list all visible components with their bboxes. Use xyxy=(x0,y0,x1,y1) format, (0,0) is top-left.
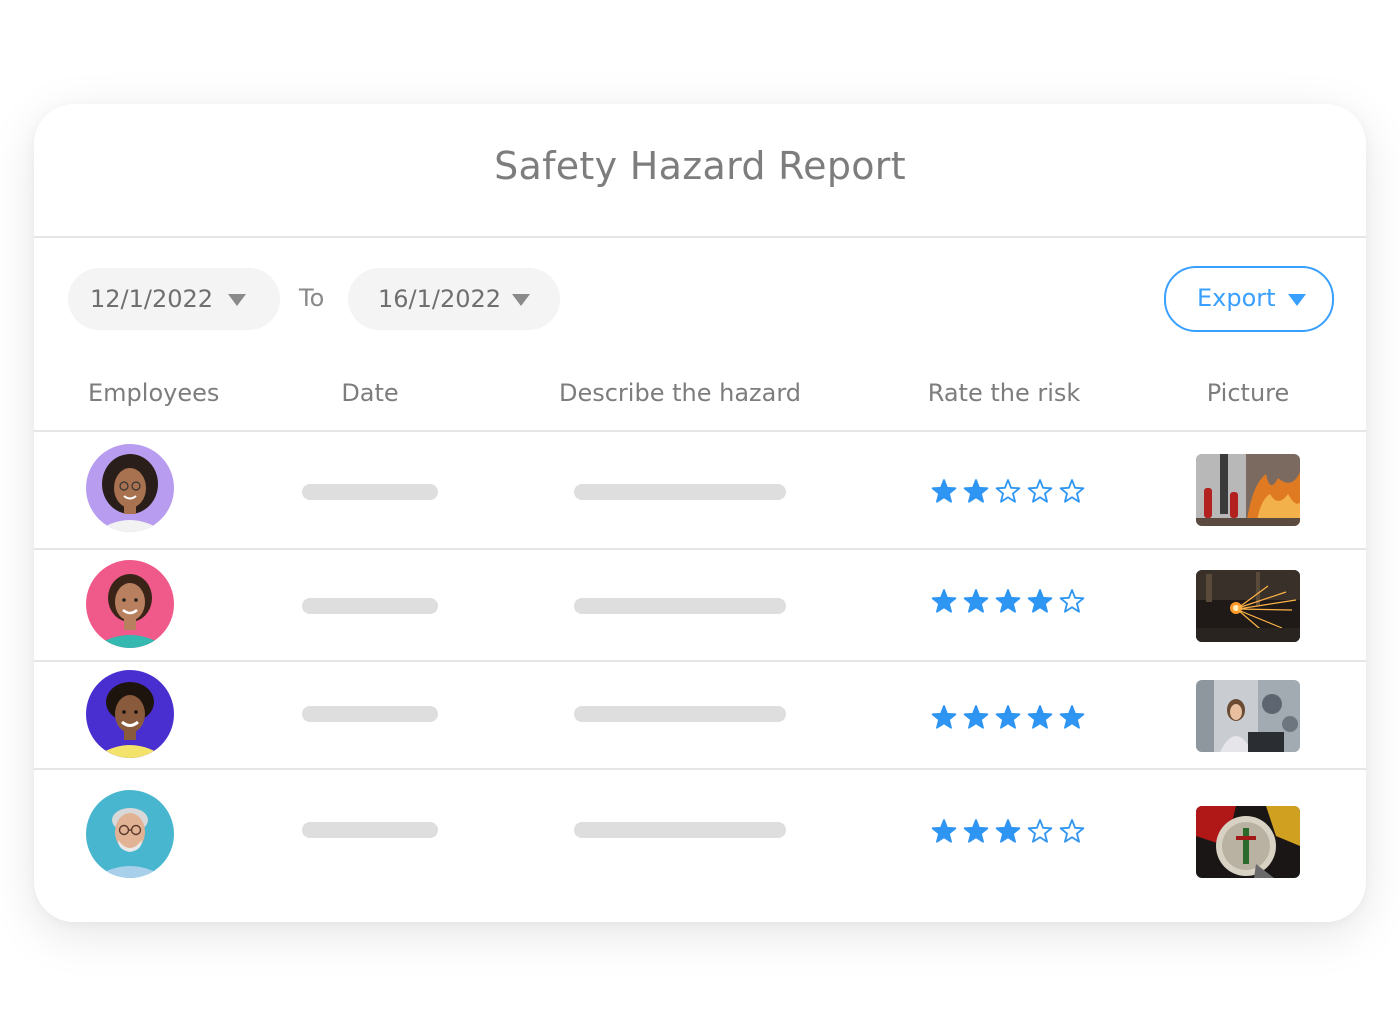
hazard-picture[interactable] xyxy=(1196,454,1300,526)
hazard-placeholder xyxy=(574,822,786,838)
star-filled-icon[interactable] xyxy=(931,479,957,503)
column-header-employees: Employees xyxy=(88,379,220,407)
chevron-down-icon xyxy=(228,294,246,306)
star-empty-icon[interactable] xyxy=(1027,819,1053,843)
star-filled-icon[interactable] xyxy=(1059,705,1085,729)
star-filled-icon[interactable] xyxy=(963,819,989,843)
star-filled-icon[interactable] xyxy=(931,589,957,613)
avatar xyxy=(86,670,174,758)
from-date-dropdown[interactable]: 12/1/2022 xyxy=(68,268,280,330)
risk-rating[interactable] xyxy=(930,702,1090,732)
date-placeholder xyxy=(302,822,438,838)
page-title: Safety Hazard Report xyxy=(494,144,906,188)
star-filled-icon[interactable] xyxy=(1027,589,1053,613)
column-header-date: Date xyxy=(341,379,399,407)
star-filled-icon[interactable] xyxy=(963,589,989,613)
star-filled-icon[interactable] xyxy=(963,705,989,729)
star-filled-icon[interactable] xyxy=(963,479,989,503)
export-button[interactable]: Export xyxy=(1164,266,1334,332)
star-filled-icon[interactable] xyxy=(1027,705,1053,729)
export-label: Export xyxy=(1197,284,1276,312)
star-empty-icon[interactable] xyxy=(1059,479,1085,503)
chevron-down-icon xyxy=(512,294,530,306)
row-divider xyxy=(34,768,1366,770)
date-placeholder xyxy=(302,706,438,722)
column-header-risk: Rate the risk xyxy=(927,379,1081,407)
avatar xyxy=(86,790,174,878)
row-divider xyxy=(34,660,1366,662)
from-date-value: 12/1/2022 xyxy=(90,285,214,313)
avatar xyxy=(86,560,174,648)
star-empty-icon[interactable] xyxy=(1059,819,1085,843)
star-filled-icon[interactable] xyxy=(995,819,1021,843)
column-header-picture: Picture xyxy=(1206,379,1290,407)
hazard-picture[interactable] xyxy=(1196,806,1300,878)
star-empty-icon[interactable] xyxy=(1059,589,1085,613)
avatar xyxy=(86,444,174,532)
title-divider xyxy=(34,236,1366,238)
header-divider xyxy=(34,430,1366,432)
star-empty-icon[interactable] xyxy=(995,479,1021,503)
to-date-value: 16/1/2022 xyxy=(378,285,502,313)
hazard-placeholder xyxy=(574,484,786,500)
hazard-picture[interactable] xyxy=(1196,570,1300,642)
star-filled-icon[interactable] xyxy=(995,705,1021,729)
risk-rating[interactable] xyxy=(930,476,1090,506)
row-divider xyxy=(34,548,1366,550)
chevron-down-icon xyxy=(1288,294,1306,306)
hazard-placeholder xyxy=(574,598,786,614)
to-label: To xyxy=(299,284,325,312)
risk-rating[interactable] xyxy=(930,586,1090,616)
star-filled-icon[interactable] xyxy=(931,705,957,729)
star-filled-icon[interactable] xyxy=(995,589,1021,613)
report-card: Safety Hazard Report 12/1/2022 To 16/1/2… xyxy=(34,104,1366,922)
to-date-dropdown[interactable]: 16/1/2022 xyxy=(348,268,560,330)
star-filled-icon[interactable] xyxy=(931,819,957,843)
date-placeholder xyxy=(302,484,438,500)
hazard-placeholder xyxy=(574,706,786,722)
column-header-hazard: Describe the hazard xyxy=(558,379,802,407)
date-placeholder xyxy=(302,598,438,614)
hazard-picture[interactable] xyxy=(1196,680,1300,752)
risk-rating[interactable] xyxy=(930,816,1090,846)
star-empty-icon[interactable] xyxy=(1027,479,1053,503)
